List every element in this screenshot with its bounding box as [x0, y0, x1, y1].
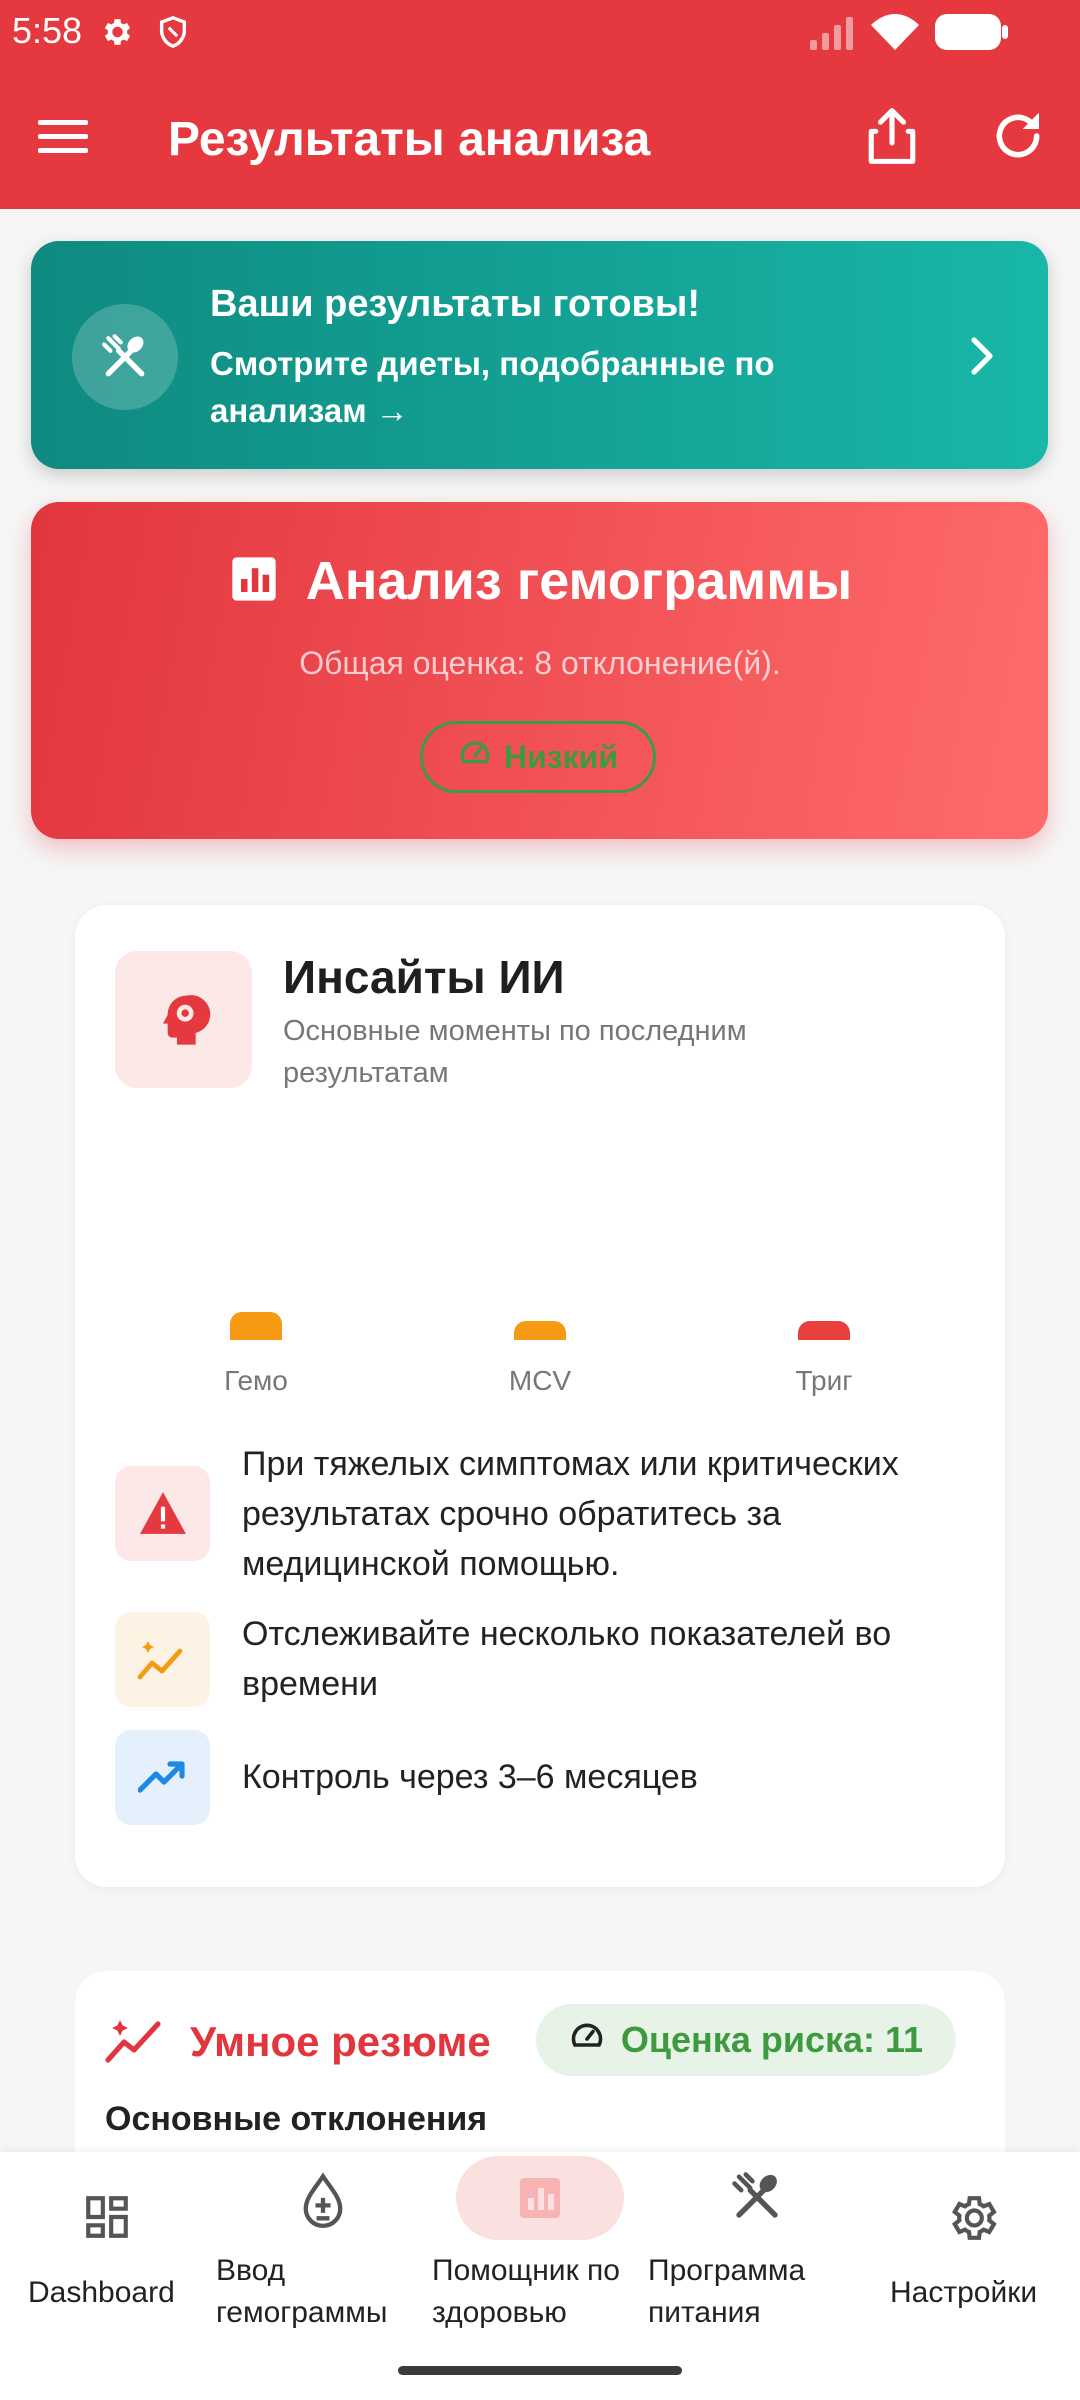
nav-label-assistant: Помощник по здоровью	[432, 2254, 620, 2329]
gear-icon	[944, 2190, 1000, 2246]
summary-section-title: Основные отклонения	[105, 2100, 488, 2138]
shield-status-icon	[156, 14, 190, 50]
nav-label-nutrition: Программа питания	[648, 2254, 806, 2329]
bar-label-trig: Триг	[795, 1365, 853, 1396]
tip-text-urgent: При тяжелых симптомах или критических ре…	[242, 1445, 899, 1583]
analysis-summary: Общая оценка: 8 отклонение(й).	[299, 645, 781, 681]
blood-drop-icon	[300, 2172, 346, 2228]
page-title: Результаты анализа	[168, 113, 651, 166]
bar-label-mcv: MCV	[508, 1365, 572, 1396]
settings-status-icon	[98, 14, 134, 50]
tip-text-control: Контроль через 3–6 месяцев	[242, 1758, 698, 1796]
trending-up-icon	[138, 1760, 188, 1794]
head-gear-icon	[156, 990, 212, 1048]
speedometer-icon	[458, 736, 492, 778]
risk-score-label: Оценка риска: 11	[620, 2019, 924, 2060]
speedometer-icon	[569, 2018, 605, 2063]
level-label: Низкий	[503, 738, 619, 775]
wifi-icon	[870, 14, 920, 50]
analysis-title-row: Анализ гемограммы	[0, 550, 1080, 618]
banner-subtitle: Смотрите диеты, подобранные по анализам …	[210, 345, 775, 429]
sparkle-chart-icon	[136, 1636, 188, 1682]
level-badge: Низкий	[420, 721, 656, 793]
home-indicator[interactable]	[398, 2366, 682, 2375]
summary-title: Умное резюме	[190, 2018, 491, 2065]
menu-icon[interactable]	[38, 116, 88, 156]
nav-label-input: Ввод гемограммы	[216, 2254, 388, 2329]
refresh-icon[interactable]	[990, 108, 1046, 164]
dashboard-icon	[82, 2192, 132, 2242]
status-bar: 5:58	[0, 0, 1080, 62]
fork-spoon-icon	[730, 2170, 784, 2224]
nav-label-settings: Настройки	[890, 2276, 1038, 2309]
battery-icon	[934, 12, 1010, 52]
auto-graph-icon	[104, 2016, 164, 2064]
warning-icon	[138, 1490, 188, 1536]
banner-title: Ваши результаты готовы!	[210, 283, 700, 325]
analysis-title: Анализ гемограммы	[305, 551, 853, 611]
bar-mcv	[514, 1321, 566, 1340]
bar-chart-icon	[516, 2174, 564, 2222]
share-icon[interactable]	[864, 106, 920, 166]
chevron-right-icon[interactable]	[970, 336, 996, 376]
insights-subtitle: Основные моменты по последним результата…	[283, 1015, 747, 1089]
nav-label-dashboard: Dashboard	[28, 2276, 175, 2309]
insights-title: Инсайты ИИ	[283, 951, 565, 1003]
bar-label-gemo: Гемо	[224, 1365, 288, 1396]
tip-text-track: Отслеживайте несколько показателей во вр…	[242, 1615, 892, 1703]
status-time: 5:58	[12, 10, 83, 51]
signal-icon	[808, 16, 858, 50]
bar-chart-icon	[228, 553, 280, 618]
risk-score-badge: Оценка риска: 11	[536, 2004, 956, 2076]
fork-spoon-icon	[100, 332, 150, 382]
bar-trig	[798, 1321, 850, 1340]
bar-gemo	[230, 1312, 282, 1340]
